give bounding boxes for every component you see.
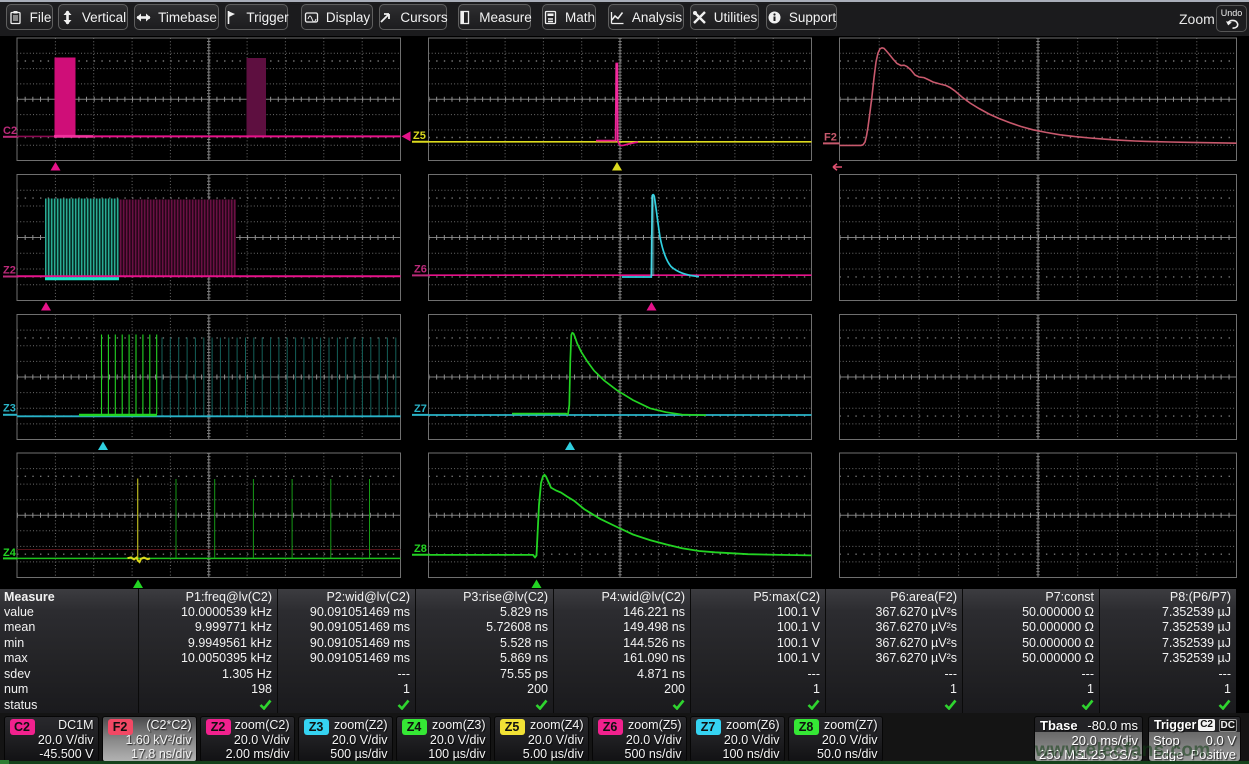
svg-text:F2: F2 — [824, 132, 837, 144]
svg-text:Z2: Z2 — [3, 265, 16, 277]
svg-text:C2: C2 — [3, 125, 17, 137]
svg-text:Z6: Z6 — [414, 264, 427, 276]
svg-text:Z8: Z8 — [414, 543, 427, 555]
svg-text:Z3: Z3 — [3, 403, 16, 415]
svg-text:Z7: Z7 — [414, 403, 427, 415]
svg-text:Z5: Z5 — [413, 130, 426, 142]
svg-text:Z4: Z4 — [3, 547, 17, 559]
